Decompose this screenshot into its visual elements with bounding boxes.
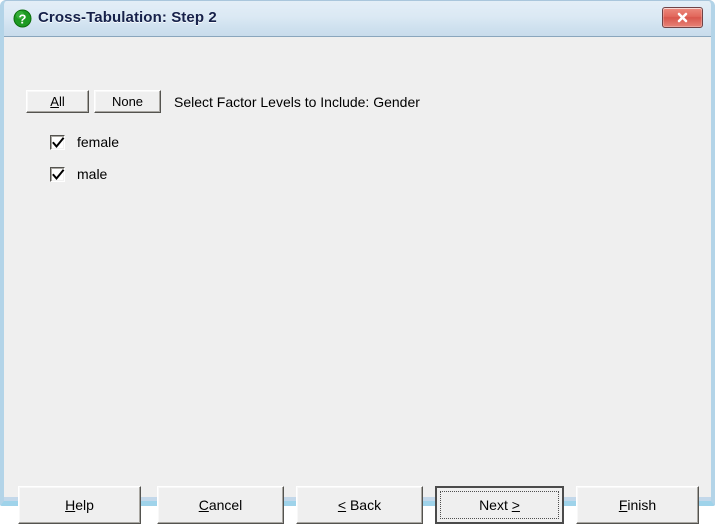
prompt-label: Select Factor Levels to Include: Gender: [174, 94, 420, 110]
checkbox-male-label: male: [77, 166, 108, 182]
back-button[interactable]: < Back: [296, 486, 423, 524]
dialog-client-area: All None Select Factor Levels to Include…: [4, 36, 711, 524]
window-title: Cross-Tabulation: Step 2: [38, 9, 217, 26]
help-button-label: Help: [65, 497, 94, 513]
svg-text:?: ?: [19, 11, 27, 26]
next-button-label: Next >: [479, 497, 520, 513]
cancel-button[interactable]: Cancel: [157, 486, 284, 524]
select-all-button[interactable]: All: [26, 90, 89, 113]
checkbox-female[interactable]: [50, 134, 65, 150]
select-none-button[interactable]: None: [94, 90, 161, 113]
title-bar[interactable]: ? Cross-Tabulation: Step 2: [4, 1, 711, 36]
select-none-label: None: [111, 94, 144, 109]
checkbox-female-label: female: [77, 134, 120, 150]
question-mark-icon: ?: [13, 9, 32, 28]
dialog-window: ? Cross-Tabulation: Step 2 All None Sele…: [0, 0, 715, 524]
select-all-label: All: [50, 94, 65, 109]
list-item[interactable]: male: [50, 158, 119, 190]
next-button[interactable]: Next >: [435, 486, 564, 524]
finish-button-label: Finish: [618, 497, 657, 513]
back-button-label: < Back: [337, 497, 382, 513]
checkbox-male[interactable]: [50, 166, 65, 182]
cancel-button-label: Cancel: [198, 497, 243, 513]
finish-button[interactable]: Finish: [576, 486, 699, 524]
factor-level-list: female male: [50, 126, 119, 190]
help-button[interactable]: Help: [18, 486, 141, 524]
close-button[interactable]: [662, 7, 703, 28]
list-item[interactable]: female: [50, 126, 119, 158]
